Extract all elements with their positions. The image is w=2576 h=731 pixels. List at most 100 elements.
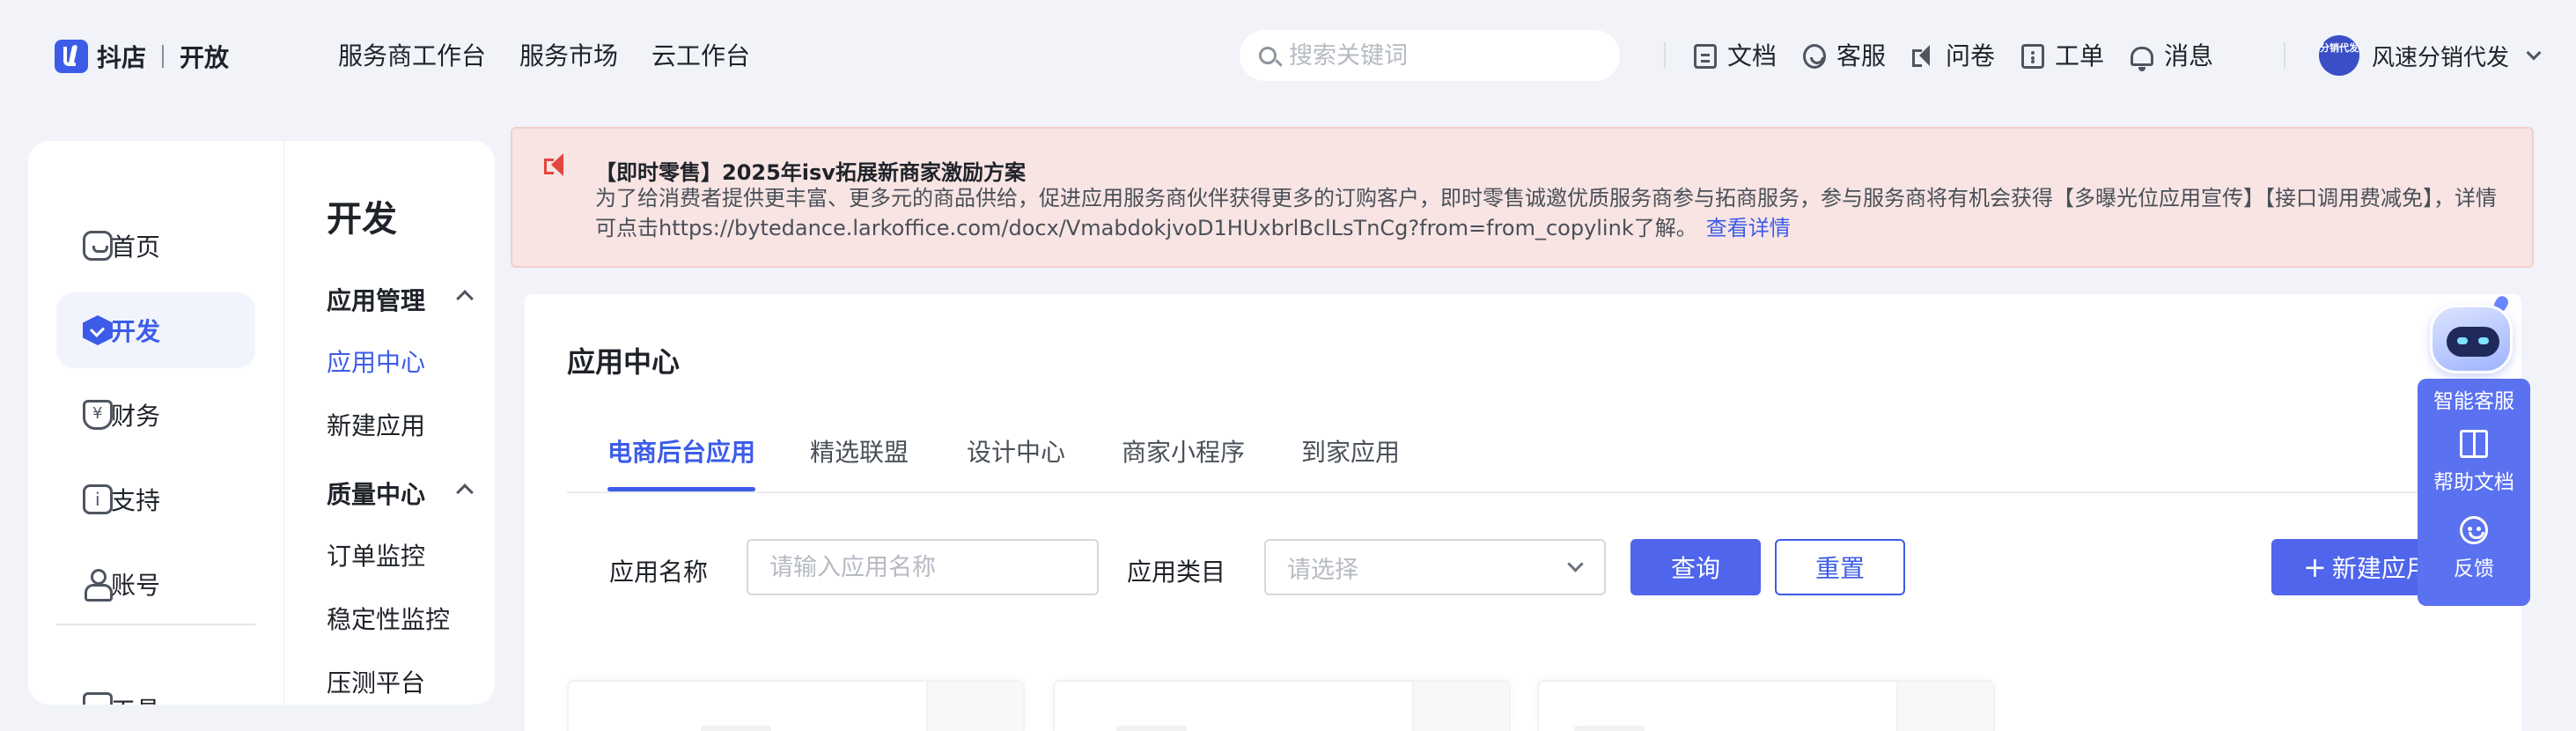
feedback-icon bbox=[2460, 516, 2488, 544]
messages-label: 消息 bbox=[2164, 41, 2214, 70]
document-icon bbox=[1694, 44, 1717, 69]
ticket-label: 工单 bbox=[2055, 41, 2105, 70]
toolbar-divider bbox=[1664, 42, 1666, 69]
select-placeholder: 请选择 bbox=[1287, 556, 1358, 584]
top-tools: 文档 客服 问卷 工单 消息 bbox=[1694, 39, 2213, 74]
tab-merchant-miniprogram[interactable]: 商家小程序 bbox=[1122, 433, 1245, 491]
avatar: 分销代发 bbox=[2319, 35, 2359, 76]
banner-body: 为了给消费者提供更丰富、更多元的商品供给，促进应用服务商伙伴获得更多的订购客户，… bbox=[595, 183, 2506, 243]
app-card[interactable] bbox=[1053, 680, 1511, 731]
query-button[interactable]: 查询 bbox=[1630, 539, 1761, 595]
sidebar-item-support[interactable]: 支持 bbox=[56, 461, 255, 537]
plus-icon: + bbox=[2303, 550, 2327, 584]
messages-button[interactable]: 消息 bbox=[2131, 39, 2213, 74]
tab-selected-alliance[interactable]: 精选联盟 bbox=[810, 433, 909, 491]
megaphone-icon bbox=[544, 151, 574, 178]
app-card[interactable] bbox=[1537, 680, 1995, 731]
topnav-service-market[interactable]: 服务市场 bbox=[519, 39, 618, 74]
sub-sidebar: 开发 应用管理 应用中心 新建应用 质量中心 订单监控 稳定性监控 压测平台 bbox=[283, 141, 495, 705]
app-card-skeleton bbox=[1116, 726, 1187, 731]
tab-ecommerce-backend[interactable]: 电商后台应用 bbox=[607, 433, 755, 491]
feedback-button[interactable]: 反馈 bbox=[2418, 516, 2530, 581]
tab-home-delivery[interactable]: 到家应用 bbox=[1301, 433, 1400, 491]
assistant-panel: 智能客服 帮助文档 反馈 bbox=[2418, 379, 2530, 606]
user-name: 风速分销代发 bbox=[2372, 44, 2510, 71]
chevron-down-icon bbox=[1567, 556, 1584, 572]
subnav-item-stability-monitor[interactable]: 稳定性监控 bbox=[327, 601, 450, 636]
smart-service-button[interactable]: 智能客服 bbox=[2418, 384, 2530, 414]
subnav-item-load-test[interactable]: 压测平台 bbox=[327, 664, 425, 699]
app-card-skeleton bbox=[1574, 726, 1645, 731]
app-name-label: 应用名称 bbox=[609, 557, 709, 587]
help-docs-button[interactable]: 帮助文档 bbox=[2418, 430, 2530, 495]
chevron-down-icon bbox=[2526, 45, 2542, 61]
app-card-thumbnail bbox=[1412, 682, 1509, 731]
search-box bbox=[1240, 30, 1620, 81]
sidebar-item-label: 开发 bbox=[111, 317, 161, 346]
bell-icon bbox=[2131, 47, 2154, 71]
customer-service-icon bbox=[1803, 44, 1827, 69]
search-icon[interactable] bbox=[1259, 47, 1277, 64]
home-icon bbox=[83, 231, 113, 261]
brand-logo[interactable]: 抖店 开放 bbox=[55, 39, 229, 74]
robot-icon[interactable] bbox=[2425, 293, 2518, 380]
help-docs-label: 帮助文档 bbox=[2433, 471, 2514, 494]
ticket-button[interactable]: 工单 bbox=[2021, 39, 2104, 74]
subnav-item-app-center[interactable]: 应用中心 bbox=[327, 343, 425, 379]
app-center-card: 应用中心 电商后台应用 精选联盟 设计中心 商家小程序 到家应用 应用名称 应用… bbox=[525, 294, 2521, 731]
docs-button[interactable]: 文档 bbox=[1694, 39, 1777, 74]
survey-button[interactable]: 问卷 bbox=[1912, 39, 1995, 74]
doudian-logo-icon bbox=[55, 40, 88, 73]
robot-face bbox=[2447, 327, 2499, 357]
tab-design-center[interactable]: 设计中心 bbox=[967, 433, 1065, 491]
subnav-group-quality-center[interactable]: 质量中心 bbox=[327, 476, 425, 511]
app-category-select[interactable]: 请选择 bbox=[1264, 539, 1606, 595]
customer-service-button[interactable]: 客服 bbox=[1803, 39, 1886, 74]
subnav-item-order-monitor[interactable]: 订单监控 bbox=[327, 537, 425, 572]
sidebar-item-finance[interactable]: 财务 bbox=[56, 377, 255, 453]
sidebar-item-develop[interactable]: 开发 bbox=[56, 292, 255, 368]
customer-service-label: 客服 bbox=[1836, 41, 1887, 70]
survey-icon bbox=[1912, 44, 1935, 69]
banner-text: 为了给消费者提供更丰富、更多元的商品供给，促进应用服务商伙伴获得更多的订购客户，… bbox=[595, 186, 2497, 240]
chevron-up-icon[interactable] bbox=[456, 290, 474, 307]
search-input[interactable] bbox=[1289, 41, 1606, 70]
brand-divider bbox=[162, 45, 165, 68]
brand-sub: 开放 bbox=[180, 43, 230, 72]
subnav-group-app-management[interactable]: 应用管理 bbox=[327, 282, 425, 317]
docs-label: 文档 bbox=[1727, 41, 1777, 70]
app-category-label: 应用类目 bbox=[1127, 557, 1226, 587]
develop-icon bbox=[83, 315, 113, 345]
ticket-icon bbox=[2021, 44, 2045, 69]
sidebar-item-account[interactable]: 账号 bbox=[56, 546, 255, 622]
brand-name: 抖店 bbox=[97, 43, 147, 72]
chevron-up-icon[interactable] bbox=[456, 484, 474, 501]
toolbox-icon bbox=[83, 692, 113, 705]
banner-details-link[interactable]: 查看详情 bbox=[1706, 216, 1791, 240]
app-card[interactable] bbox=[567, 680, 1025, 731]
app-card-thumbnail bbox=[926, 682, 1023, 731]
subnav-item-new-app[interactable]: 新建应用 bbox=[327, 407, 425, 442]
sidebar-item-home[interactable]: 首页 bbox=[56, 208, 255, 284]
sidebar-item-label: 首页 bbox=[111, 233, 161, 262]
user-divider bbox=[2284, 42, 2285, 69]
finance-icon bbox=[83, 400, 113, 430]
sidebar-item-tools[interactable]: 工具 bbox=[111, 691, 160, 705]
app-tabs: 电商后台应用 精选联盟 设计中心 商家小程序 到家应用 bbox=[567, 433, 2504, 493]
user-menu[interactable]: 分销代发 风速分销代发 bbox=[2319, 35, 2542, 76]
subnav-title: 开发 bbox=[327, 199, 397, 240]
feedback-label: 反馈 bbox=[2454, 557, 2494, 580]
reset-button[interactable]: 重置 bbox=[1775, 539, 1905, 595]
app-card-thumbnail bbox=[1896, 682, 1993, 731]
sidebar-item-label: 支持 bbox=[111, 486, 161, 515]
topnav-provider-workbench[interactable]: 服务商工作台 bbox=[338, 39, 486, 74]
sidebar-item-label: 账号 bbox=[111, 571, 161, 600]
announcement-banner: 【即时零售】2025年isv拓展新商家激励方案 为了给消费者提供更丰富、更多元的… bbox=[511, 127, 2534, 268]
sidebar-item-label: 财务 bbox=[111, 402, 161, 431]
page-title: 应用中心 bbox=[567, 345, 681, 379]
sidebar: 首页 开发 财务 支持 账号 工具 bbox=[28, 141, 283, 705]
new-app-label: 新建应用 bbox=[2331, 554, 2431, 583]
app-name-input[interactable] bbox=[747, 539, 1099, 595]
topnav-cloud-workbench[interactable]: 云工作台 bbox=[651, 39, 750, 74]
banner-title: 【即时零售】2025年isv拓展新商家激励方案 bbox=[595, 160, 1026, 185]
